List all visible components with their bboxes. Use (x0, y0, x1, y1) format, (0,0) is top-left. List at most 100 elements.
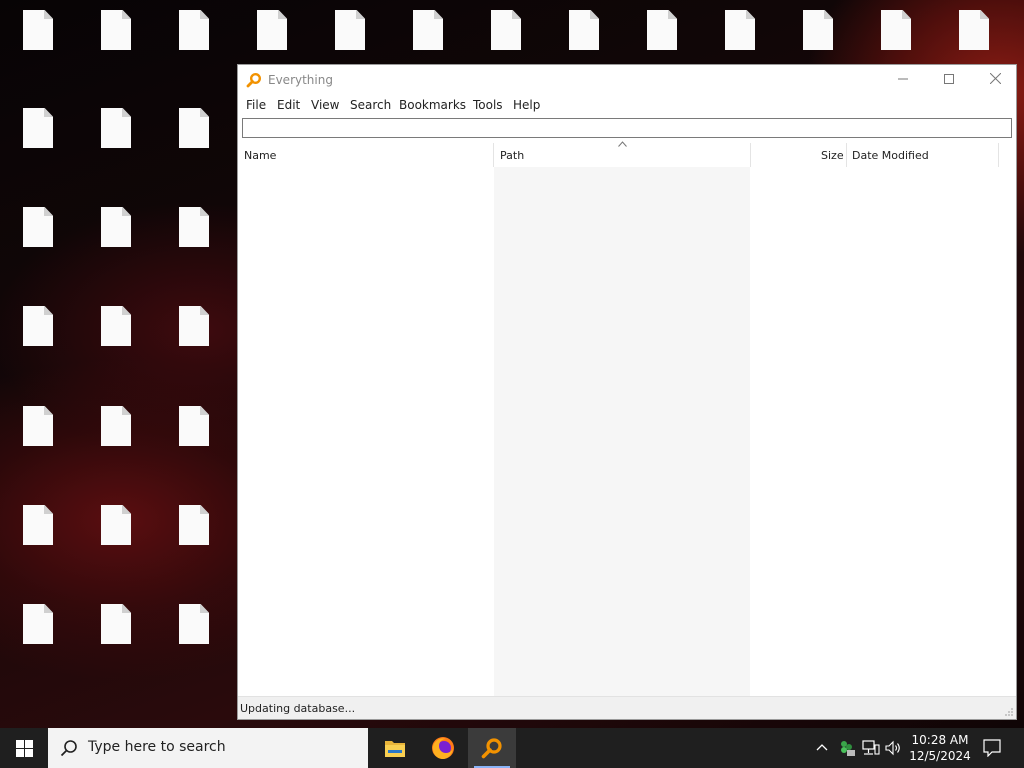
file-icon (23, 207, 53, 247)
column-divider[interactable] (846, 143, 847, 167)
file-icon (179, 207, 209, 247)
status-text: Updating database... (240, 702, 356, 715)
everything-window: Everything File Edit View Search Bookmar… (237, 64, 1017, 720)
desktop-file-icon[interactable] (156, 197, 232, 287)
desktop-file-icon[interactable] (156, 495, 232, 585)
clock-date: 12/5/2024 (909, 749, 971, 763)
desktop-file-icon[interactable] (78, 0, 154, 90)
desktop-file-icon[interactable] (78, 396, 154, 486)
desktop-file-icon[interactable] (78, 98, 154, 188)
search-input[interactable] (242, 118, 1012, 138)
desktop-file-icon[interactable] (0, 197, 76, 287)
everything-app-icon (246, 72, 262, 88)
taskbar-everything[interactable] (468, 728, 516, 768)
file-icon (101, 207, 131, 247)
file-icon (101, 505, 131, 545)
file-icon (23, 604, 53, 644)
file-icon (23, 406, 53, 446)
close-button[interactable] (972, 65, 1018, 95)
file-explorer-icon (385, 741, 405, 757)
windows-logo-icon (16, 740, 33, 757)
menu-view[interactable]: View (311, 98, 339, 112)
desktop-file-icon[interactable] (156, 594, 232, 684)
title-bar[interactable]: Everything (238, 65, 1016, 95)
file-icon (179, 108, 209, 148)
file-icon (413, 10, 443, 50)
start-button[interactable] (0, 728, 48, 768)
column-header: Name Path Size Date Modified (238, 141, 1016, 167)
minimize-icon (898, 78, 908, 80)
column-name[interactable]: Name (244, 149, 276, 162)
file-icon (179, 406, 209, 446)
file-icon (101, 10, 131, 50)
file-icon (725, 10, 755, 50)
desktop-file-icon[interactable] (156, 98, 232, 188)
file-icon (569, 10, 599, 50)
file-icon (257, 10, 287, 50)
menu-bar: File Edit View Search Bookmarks Tools He… (238, 95, 1016, 115)
ethernet-icon[interactable] (862, 740, 880, 756)
taskbar-search-box[interactable]: Type here to search (48, 728, 368, 768)
desktop-file-icon[interactable] (156, 396, 232, 486)
chevron-up-icon[interactable] (816, 742, 828, 754)
file-icon (23, 306, 53, 346)
file-icon (803, 10, 833, 50)
column-divider[interactable] (750, 143, 751, 167)
taskbar-firefox[interactable] (419, 728, 467, 768)
file-icon (101, 306, 131, 346)
file-icon (881, 10, 911, 50)
desktop-file-icon[interactable] (0, 594, 76, 684)
menu-search[interactable]: Search (350, 98, 391, 112)
file-icon (179, 604, 209, 644)
desktop-file-icon[interactable] (0, 396, 76, 486)
volume-icon[interactable] (885, 740, 901, 756)
search-placeholder: Type here to search (88, 739, 226, 755)
file-icon (959, 10, 989, 50)
desktop-file-icon[interactable] (156, 296, 232, 386)
menu-file[interactable]: File (246, 98, 266, 112)
column-divider[interactable] (998, 143, 999, 167)
column-size[interactable]: Size (821, 149, 844, 162)
menu-bookmarks[interactable]: Bookmarks (399, 98, 466, 112)
clock-time: 10:28 AM (911, 733, 969, 747)
file-icon (101, 604, 131, 644)
file-icon (335, 10, 365, 50)
desktop-file-icon[interactable] (78, 296, 154, 386)
results-list[interactable] (494, 167, 750, 697)
file-icon (101, 108, 131, 148)
desktop-file-icon[interactable] (0, 296, 76, 386)
menu-edit[interactable]: Edit (277, 98, 300, 112)
column-path[interactable]: Path (500, 149, 524, 162)
desktop-file-icon[interactable] (156, 0, 232, 90)
desktop-file-icon[interactable] (0, 0, 76, 90)
taskbar-file-explorer[interactable] (371, 728, 419, 768)
file-icon (647, 10, 677, 50)
file-icon (23, 505, 53, 545)
file-icon (179, 10, 209, 50)
notifications-icon[interactable] (983, 739, 1001, 757)
window-title: Everything (268, 73, 333, 87)
file-icon (101, 406, 131, 446)
desktop-file-icon[interactable] (0, 98, 76, 188)
file-icon (179, 505, 209, 545)
desktop-file-icon[interactable] (78, 495, 154, 585)
network-status-icon[interactable] (838, 739, 856, 757)
desktop-file-icon[interactable] (78, 594, 154, 684)
column-divider[interactable] (493, 143, 494, 167)
maximize-icon (944, 74, 954, 84)
column-date-modified[interactable]: Date Modified (852, 149, 929, 162)
menu-help[interactable]: Help (513, 98, 540, 112)
menu-tools[interactable]: Tools (473, 98, 503, 112)
minimize-button[interactable] (880, 65, 926, 95)
desktop-file-icon[interactable] (0, 495, 76, 585)
taskbar: Type here to search 10:28 AM 12/5/2024 (0, 728, 1024, 768)
maximize-button[interactable] (926, 65, 972, 95)
file-icon (23, 10, 53, 50)
everything-icon (481, 738, 502, 759)
desktop-file-icon[interactable] (78, 197, 154, 287)
firefox-icon (432, 737, 454, 759)
resize-grip-icon[interactable] (1004, 707, 1014, 717)
file-icon (491, 10, 521, 50)
taskbar-clock[interactable]: 10:28 AM 12/5/2024 (906, 732, 974, 764)
search-icon (60, 740, 77, 757)
